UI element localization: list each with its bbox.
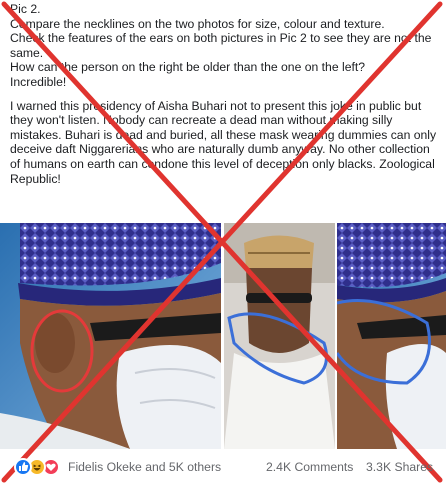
post-footer: Fidelis Okeke and 5K others 2.4K Comment… (0, 453, 446, 481)
reaction-icons[interactable] (14, 458, 66, 476)
like-icon (14, 458, 32, 476)
photo-middle[interactable] (224, 223, 335, 449)
post-line: Compare the necklines on the two photos … (10, 16, 385, 31)
photo-left[interactable] (0, 223, 221, 449)
post-line: How can the person on the right be older… (10, 60, 366, 75)
post-paragraph: I warned this presidency of Aisha Buhari… (10, 98, 437, 186)
post-line: Incredible! (10, 74, 67, 89)
photo-collage[interactable] (0, 223, 446, 449)
post-text: Pic 2. Compare the necklines on the two … (10, 2, 442, 186)
comments-count-link[interactable]: 2.4K Comments (266, 460, 353, 474)
shares-count-link[interactable]: 3.3K Shares (366, 460, 433, 474)
reactions-count-link[interactable]: Fidelis Okeke and 5K others (68, 460, 221, 474)
post-line: Check the features of the ears on both p… (10, 31, 432, 60)
post-line: Pic 2. (10, 2, 41, 16)
photo-right[interactable] (337, 223, 446, 449)
